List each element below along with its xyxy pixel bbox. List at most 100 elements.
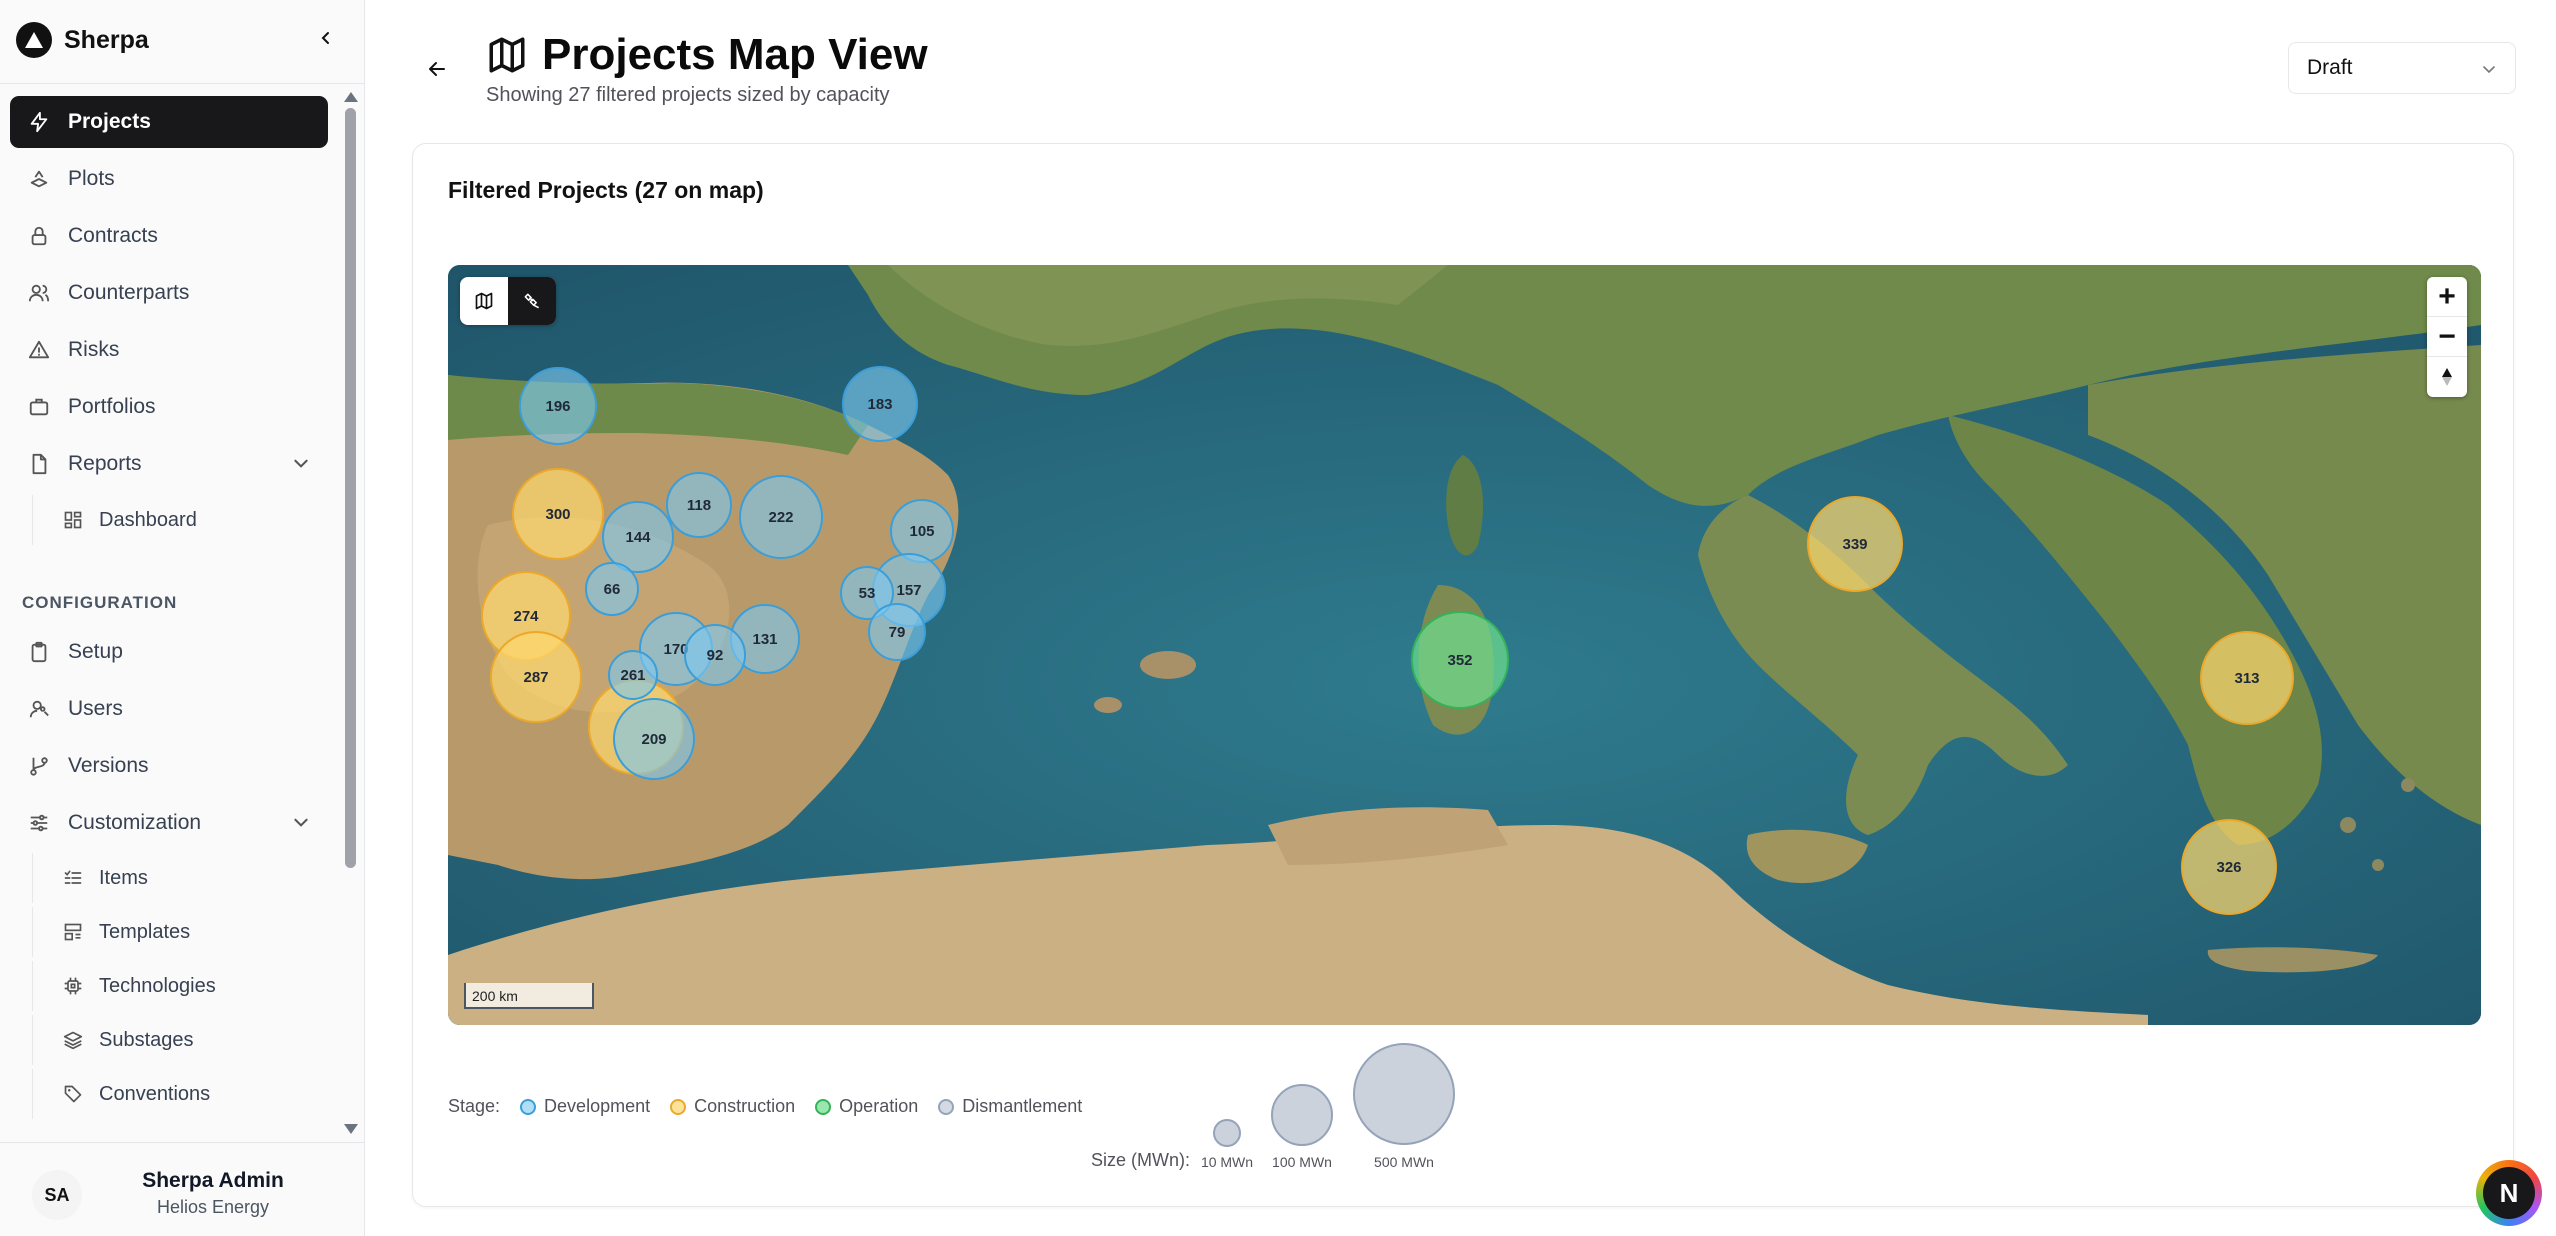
- sidebar-item-label: Setup: [68, 640, 123, 663]
- sidebar-item-projects[interactable]: Projects: [10, 96, 328, 148]
- lock-icon: [31, 226, 47, 246]
- dismantlement-dot-icon: [938, 1098, 955, 1115]
- legend-item-operation: Operation: [815, 1096, 918, 1117]
- project-bubble[interactable]: 79: [868, 603, 926, 661]
- briefcase-icon: [29, 398, 49, 416]
- user-organization: Helios Energy: [156, 1197, 270, 1217]
- sidebar-item-portfolios[interactable]: Portfolios: [10, 381, 328, 433]
- sidebar-item-label: Dashboard: [99, 508, 197, 531]
- project-bubble[interactable]: 209: [613, 698, 695, 780]
- size-legend-circle-large: [1353, 1043, 1455, 1145]
- project-bubble[interactable]: 287: [490, 631, 582, 723]
- scroll-thumb[interactable]: [345, 108, 356, 868]
- satellite-view-button[interactable]: [508, 277, 556, 325]
- sidebar-item-label: Projects: [68, 110, 151, 133]
- sidebar-item-users[interactable]: Users: [10, 683, 328, 735]
- map-view-button[interactable]: [460, 277, 508, 325]
- sidebar-item-risks[interactable]: Risks: [10, 324, 328, 376]
- project-bubble[interactable]: 326: [2181, 819, 2277, 915]
- scroll-up-arrow-icon[interactable]: [344, 92, 358, 102]
- user-profile[interactable]: SA Sherpa Admin Helios Energy: [0, 1142, 364, 1236]
- sidebar-item-counterparts[interactable]: Counterparts: [10, 267, 328, 319]
- sidebar-subitem-substages[interactable]: Substages: [32, 1015, 328, 1065]
- sidebar-subitem-conventions[interactable]: Conventions: [32, 1069, 328, 1119]
- sliders-icon: [30, 814, 48, 832]
- version-select-value: Draft: [2307, 56, 2353, 79]
- projects-map[interactable]: + − 200 km 196 183 105 300 222 118 144 157 66 53 7…: [448, 265, 2481, 1025]
- project-bubble[interactable]: 118: [666, 472, 732, 538]
- stage-legend: Stage: Development Construction Operatio…: [448, 1096, 1082, 1117]
- list-check-icon: [64, 870, 82, 884]
- sidebar-subitem-templates[interactable]: Templates: [32, 907, 328, 957]
- sidebar-item-label: Plots: [68, 167, 115, 190]
- sidebar-item-reports[interactable]: Reports: [10, 438, 328, 490]
- project-bubble[interactable]: 339: [1807, 496, 1903, 592]
- project-bubble[interactable]: 352: [1411, 611, 1509, 709]
- chevron-left-icon: [321, 32, 329, 44]
- sidebar-item-label: Versions: [68, 754, 149, 777]
- tag-icon: [64, 1085, 82, 1103]
- zoom-in-button[interactable]: +: [2427, 277, 2467, 317]
- assistant-badge-text: N: [2483, 1167, 2535, 1219]
- legend-item-dismantlement: Dismantlement: [938, 1096, 1082, 1117]
- sidebar: Sherpa Projects Plots Contracts Counterp…: [0, 0, 365, 1236]
- size-legend-caption: 100 MWn: [1272, 1154, 1332, 1170]
- zap-icon: [30, 111, 48, 133]
- sidebar-item-label: Conventions: [99, 1082, 211, 1105]
- brand[interactable]: Sherpa: [16, 20, 149, 60]
- map-scale-bar: 200 km: [464, 983, 594, 1009]
- sidebar-item-label: Customization: [68, 811, 202, 834]
- dashboard-icon: [64, 511, 82, 529]
- page-subtitle: Showing 27 filtered projects sized by ca…: [486, 84, 890, 106]
- zoom-controls: + −: [2427, 277, 2467, 397]
- project-bubble[interactable]: 300: [512, 468, 604, 560]
- sidebar-item-customization[interactable]: Customization: [10, 797, 328, 849]
- size-legend-caption: 500 MWn: [1374, 1154, 1434, 1170]
- clipboard-icon: [31, 641, 47, 663]
- size-legend-circle-small: [1213, 1119, 1241, 1147]
- stage-legend-label: Stage:: [448, 1096, 501, 1116]
- project-bubble[interactable]: 222: [739, 475, 823, 559]
- assistant-launcher-button[interactable]: N: [2476, 1160, 2542, 1226]
- user-key-icon: [29, 700, 49, 718]
- plots-icon: [30, 170, 48, 188]
- sidebar-item-setup[interactable]: Setup: [10, 626, 328, 678]
- project-bubble[interactable]: 183: [842, 366, 918, 442]
- sidebar-item-label: Users: [68, 697, 123, 720]
- sidebar-scrollbar[interactable]: [340, 88, 362, 1138]
- card-title: Filtered Projects (27 on map): [448, 177, 764, 203]
- sidebar-subitem-technologies[interactable]: Technologies: [32, 961, 328, 1011]
- sidebar-item-versions[interactable]: Versions: [10, 740, 328, 792]
- sidebar-item-label: Templates: [99, 920, 191, 943]
- chevron-down-icon: [294, 459, 308, 468]
- reset-north-button[interactable]: [2427, 357, 2467, 397]
- version-select[interactable]: Draft: [2288, 42, 2516, 94]
- project-bubble[interactable]: 92: [684, 624, 746, 686]
- section-label-configuration: CONFIGURATION: [22, 593, 178, 612]
- git-branch-icon: [30, 757, 48, 776]
- sidebar-subitem-items[interactable]: Items: [32, 853, 328, 903]
- sidebar-subitem-dashboard[interactable]: Dashboard: [32, 495, 328, 545]
- file-icon: [32, 453, 47, 475]
- sidebar-item-label: Counterparts: [68, 281, 190, 304]
- sidebar-item-label: Reports: [68, 452, 142, 475]
- sidebar-item-contracts[interactable]: Contracts: [10, 210, 328, 262]
- user-name: Sherpa Admin: [142, 1169, 284, 1192]
- legend-text: Development: [544, 1096, 651, 1116]
- project-bubble[interactable]: 66: [585, 562, 639, 616]
- scroll-down-arrow-icon[interactable]: [344, 1124, 358, 1134]
- projects-card: Filtered Projects (27 on map) + − 200 km…: [412, 143, 2514, 1207]
- back-button[interactable]: [422, 54, 452, 84]
- operation-dot-icon: [815, 1098, 832, 1115]
- compass-icon: [2442, 368, 2452, 386]
- sidebar-item-plots[interactable]: Plots: [10, 153, 328, 205]
- project-bubble[interactable]: 313: [2200, 631, 2294, 725]
- size-legend-label: Size (MWn):: [1091, 1150, 1190, 1170]
- avatar: SA: [32, 1170, 82, 1220]
- project-bubble[interactable]: 261: [608, 650, 658, 700]
- collapse-sidebar-button[interactable]: [312, 24, 340, 52]
- template-icon: [64, 923, 82, 941]
- chevron-down-icon: [2483, 66, 2495, 74]
- zoom-out-button[interactable]: −: [2427, 317, 2467, 357]
- project-bubble[interactable]: 196: [519, 367, 597, 445]
